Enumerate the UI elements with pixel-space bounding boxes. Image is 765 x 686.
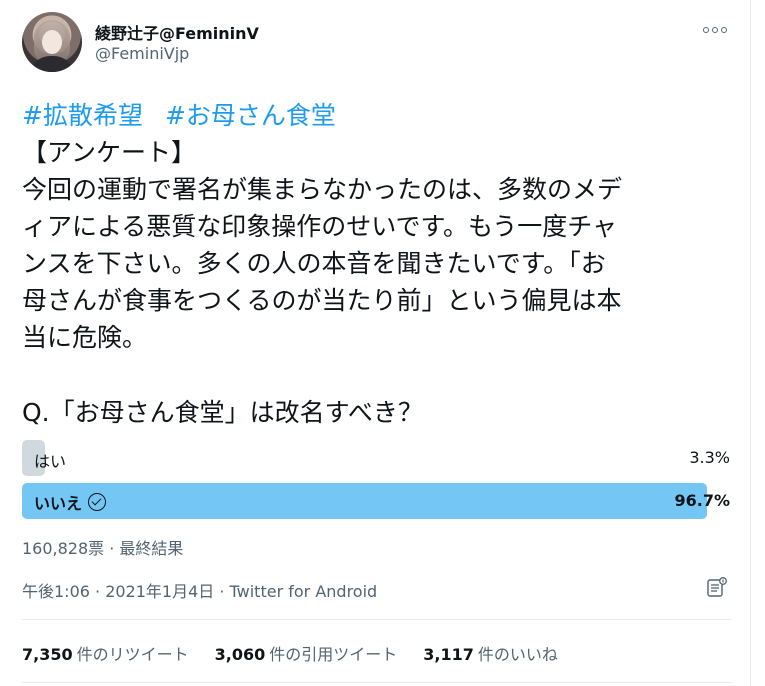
retweet-label: 件のリツイート [76,645,189,664]
poll-option-yes: はい 3.3% [22,440,730,476]
like-label: 件のいいね [477,645,558,664]
tweet-line: ンスを下さい。多くの人の本音を聞きたいです。「お [22,249,606,278]
hashtag-link[interactable]: #拡散希望 [22,101,143,130]
more-icon[interactable] [700,18,730,42]
poll-option-percent: 3.3% [689,448,730,467]
poll-option-no: いいえ 96.7% [22,483,730,519]
avatar[interactable] [22,12,82,72]
avatar-face [42,30,62,54]
display-name[interactable]: 綾野辻子@FemininV [95,20,259,44]
user-handle[interactable]: @FeminiVjp [95,44,189,63]
more-dot [721,27,727,33]
divider [22,682,732,683]
tweet-line: 当に危険。 [22,323,148,352]
hashtag-link[interactable]: #お母さん食堂 [165,101,336,130]
analytics-icon[interactable] [706,576,728,598]
tweet-line: 母さんが食事をつくるのが当たり前」という偏見は本 [22,286,622,315]
tweet-line: ィアによる悪質な印象操作のせいです。もう一度チャ [22,212,618,241]
quote-label: 件の引用ツイート [269,645,398,664]
poll-bar-winner [22,483,707,519]
poll-option-label-wrap: いいえ [34,490,107,514]
tweet-text: 【アンケート】 今回の運動で署名が集まらなかったのは、多数のメデ ィアによる悪質… [22,134,732,356]
like-count: 3,117 [423,645,474,664]
tweet-line: 【アンケート】 [22,138,197,167]
tweet-timestamp[interactable]: 午後1:06 · 2021年1月4日 · Twitter for Android [22,578,377,602]
retweet-count: 7,350 [22,645,73,664]
more-dot [712,27,718,33]
likes-stat[interactable]: 3,117 件のいいね [423,641,558,665]
check-circle-icon [88,493,107,511]
quote-count: 3,060 [214,645,266,664]
tweet-stats: 7,350 件のリツイート 3,060 件の引用ツイート 3,117 件のいいね [22,641,558,665]
divider [22,619,732,620]
quotes-stat[interactable]: 3,060 件の引用ツイート [215,641,398,665]
more-dot [703,27,709,33]
frame-border [750,0,751,686]
poll-summary: 160,828票 · 最終結果 [22,539,184,558]
poll-question: Q.「お母さん食堂」は改名すべき？ [22,398,423,427]
poll-option-label: いいえ [34,494,83,513]
poll-option-label: はい [34,452,67,471]
retweets-stat[interactable]: 7,350 件のリツイート [22,641,189,665]
avatar-body [30,56,74,72]
hashtags: #拡散希望 #お母さん食堂 [22,96,336,132]
poll-option-percent: 96.7% [674,491,730,510]
tweet-line: 今回の運動で署名が集まらなかったのは、多数のメデ [22,175,623,204]
